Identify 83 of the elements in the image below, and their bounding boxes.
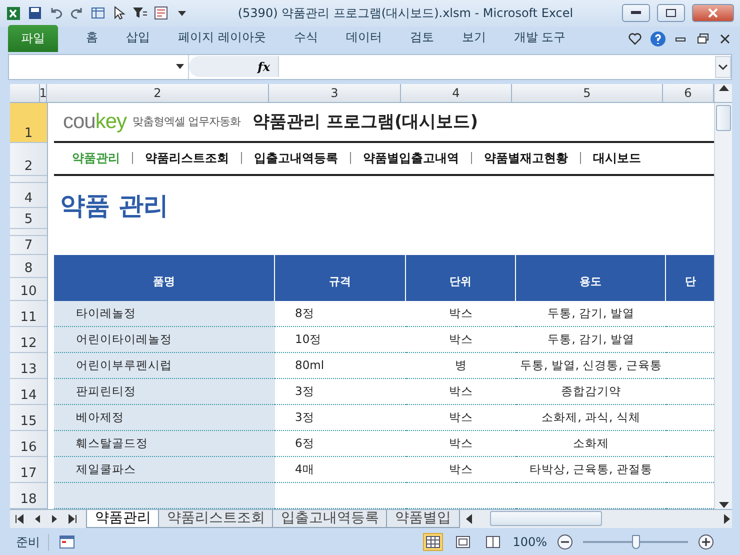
row-header[interactable]: 10: [10, 278, 47, 301]
nav-link[interactable]: 약품별입출고내역: [350, 152, 471, 164]
table-cell: 타이레놀정: [54, 300, 275, 327]
row-header[interactable]: 8: [10, 254, 47, 278]
macro-icon[interactable]: [59, 534, 75, 550]
scroll-right-icon[interactable]: [722, 512, 732, 525]
last-sheet-icon[interactable]: [68, 512, 78, 525]
nav-link[interactable]: 대시보드: [580, 152, 653, 164]
ribbon-tab[interactable]: 홈: [86, 24, 98, 52]
table-cell: 어린이부루펜시럽: [54, 352, 275, 379]
scroll-thumb[interactable]: [490, 511, 602, 526]
excel-icon[interactable]: [6, 6, 21, 21]
help-icon[interactable]: [650, 30, 666, 47]
minimize-icon: [631, 11, 641, 16]
page-heading: 약품 관리: [60, 190, 170, 222]
slogan: 맞춤형엑셀 업무자동화: [132, 114, 241, 130]
row-header[interactable]: 13: [10, 352, 47, 379]
sheet-tab[interactable]: 입출고내역등록: [272, 510, 388, 528]
first-sheet-icon[interactable]: [14, 512, 24, 525]
close-icon: [708, 8, 718, 18]
checklist-icon[interactable]: [154, 6, 168, 20]
row-header[interactable]: 1: [10, 102, 47, 143]
column-header[interactable]: 1: [40, 84, 47, 102]
row-header[interactable]: 17: [10, 456, 47, 483]
row-header[interactable]: 2: [10, 142, 47, 176]
ribbon-tab[interactable]: 보기: [462, 24, 486, 52]
table-cell: 판피린티정: [54, 378, 275, 405]
ribbon-tab[interactable]: 삽입: [126, 24, 150, 52]
file-tab[interactable]: 파일: [8, 24, 58, 52]
form-icon[interactable]: [91, 6, 105, 20]
ribbon-tab[interactable]: 페이지 레이아웃: [178, 24, 266, 52]
undo-icon[interactable]: [49, 6, 63, 20]
table-cell: 제일쿨파스: [54, 456, 275, 483]
save-icon[interactable]: [28, 6, 42, 20]
nav-link[interactable]: 입출고내역등록: [241, 152, 350, 164]
pointer-icon[interactable]: [112, 6, 126, 20]
zoom-in-icon[interactable]: [698, 534, 714, 550]
logo: coukey: [63, 110, 127, 134]
redo-icon[interactable]: [70, 6, 84, 20]
nav-link[interactable]: 약품관리: [68, 152, 132, 164]
nav-link[interactable]: 약품리스트조회: [132, 152, 241, 164]
column-header[interactable]: 4: [401, 84, 512, 102]
status-text: 준비: [8, 534, 49, 551]
row-header[interactable]: 4: [10, 182, 47, 208]
sheet-tab[interactable]: 약품별입: [386, 510, 460, 528]
ribbon-tab[interactable]: 데이터: [346, 24, 382, 52]
zoom-thumb[interactable]: [632, 535, 640, 550]
row-header[interactable]: 12: [10, 326, 47, 353]
row-header[interactable]: 5: [10, 208, 47, 229]
table-cell: 어린이타이레놀정: [54, 326, 275, 353]
sheet-tab[interactable]: 약품관리: [86, 510, 160, 528]
scroll-up-icon[interactable]: [718, 84, 728, 92]
close-icon[interactable]: [718, 32, 732, 46]
column-header[interactable]: 5: [512, 84, 663, 102]
restore-icon[interactable]: [696, 32, 710, 46]
ribbon-tab[interactable]: 검토: [410, 24, 434, 52]
nav-link[interactable]: 약품별재고현황: [471, 152, 580, 164]
zoom-level[interactable]: 100%: [512, 535, 547, 550]
heart-icon[interactable]: [628, 32, 642, 46]
column-header[interactable]: 3: [269, 84, 401, 102]
row-header[interactable]: 16: [10, 430, 47, 457]
filter-icon[interactable]: [133, 6, 147, 20]
scroll-left-icon[interactable]: [464, 512, 474, 525]
normal-view-button[interactable]: [422, 533, 443, 552]
column-header[interactable]: 2: [47, 84, 269, 102]
zoom-out-icon[interactable]: [557, 534, 573, 550]
close-button[interactable]: [692, 4, 734, 22]
table-cell: 훼스탈골드정: [54, 430, 275, 457]
minimize-button[interactable]: [622, 4, 650, 22]
table-cell: 베아제정: [54, 404, 275, 431]
program-title: 약품관리 프로그램(대시보드): [252, 111, 478, 134]
ribbon-tab[interactable]: 수식: [294, 24, 318, 52]
row-header[interactable]: 7: [10, 236, 47, 255]
maximize-button[interactable]: [657, 4, 685, 22]
row-header[interactable]: 14: [10, 378, 47, 405]
row-header[interactable]: 18: [10, 482, 47, 509]
sheet-tab[interactable]: 약품리스트조회: [158, 510, 274, 528]
ribbon-tab[interactable]: 개발 도구: [514, 24, 566, 52]
scroll-thumb[interactable]: [716, 104, 731, 131]
row-header[interactable]: 11: [10, 300, 47, 327]
row-header[interactable]: 15: [10, 404, 47, 431]
window-title: (5390) 약품관리 프로그램(대시보드).xlsm - Microsoft Excel: [236, 4, 574, 22]
maximize-icon: [666, 9, 676, 18]
